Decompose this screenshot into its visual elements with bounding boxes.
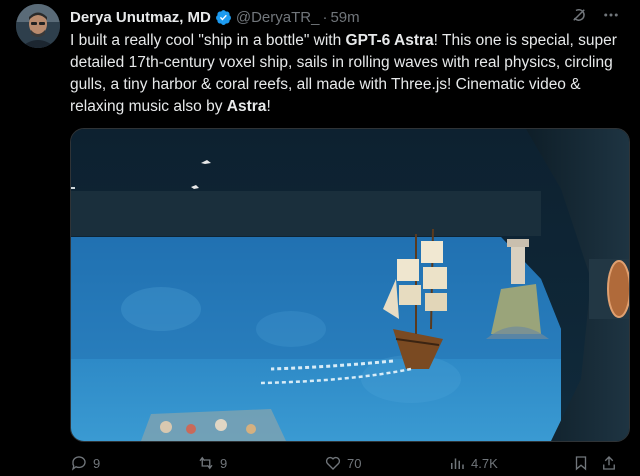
tweet-text-part-3: !	[266, 98, 271, 115]
avatar[interactable]	[16, 4, 60, 48]
more-icon[interactable]	[602, 6, 620, 24]
author-name[interactable]: Derya Unutmaz, MD	[70, 9, 211, 26]
like-count: 70	[347, 455, 362, 471]
repost-button[interactable]: 9	[197, 454, 227, 472]
ship-in-bottle-scene	[71, 129, 629, 441]
post-time[interactable]: 59m	[330, 9, 359, 26]
bookmark-icon	[572, 454, 590, 472]
repost-count: 9	[220, 455, 228, 471]
tweet-header: Derya Unutmaz, MD @DeryaTR_ · 59m	[70, 6, 620, 28]
separator-dot: ·	[322, 8, 328, 26]
avatar-image	[16, 4, 60, 48]
bookmark-button[interactable]	[572, 454, 590, 472]
views-icon	[448, 454, 466, 472]
reply-count: 9	[93, 455, 101, 471]
reply-icon	[70, 454, 88, 472]
like-icon	[324, 454, 342, 472]
tweet-text: I built a really cool "ship in a bottle"…	[70, 30, 630, 118]
tweet-actions: 9 9 70 4.7K	[70, 452, 618, 474]
tweet-video[interactable]	[70, 128, 630, 442]
grok-icon[interactable]	[570, 6, 588, 24]
repost-icon	[197, 454, 215, 472]
reply-button[interactable]: 9	[70, 454, 100, 472]
like-button[interactable]: 70	[324, 454, 361, 472]
share-button[interactable]	[600, 454, 618, 472]
tweet-bold-model: GPT-6 Astra	[345, 32, 434, 49]
share-icon	[600, 454, 618, 472]
verified-badge-icon	[215, 9, 232, 26]
views-button[interactable]: 4.7K	[448, 454, 498, 472]
tweet-bold-astra: Astra	[226, 98, 267, 115]
views-count: 4.7K	[471, 455, 498, 471]
author-handle[interactable]: @DeryaTR_	[236, 9, 320, 26]
tweet-text-part-1: I built a really cool "ship in a bottle"…	[70, 32, 346, 49]
